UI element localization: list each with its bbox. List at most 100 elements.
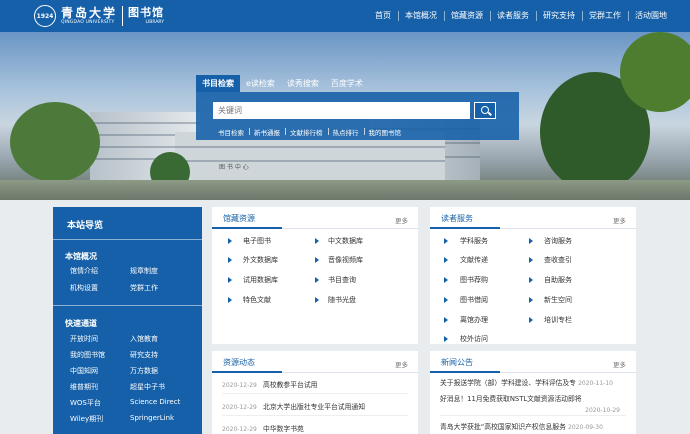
collection-title[interactable]: 馆藏资源 [223, 213, 255, 224]
sidebar-link-vip[interactable]: 维普期刊 [70, 382, 98, 392]
collection-chinese-db[interactable]: 中文数据库 [328, 236, 363, 246]
resource-news-item[interactable]: 2020-12-29 北京大学出版社专业平台试用通知 [222, 401, 410, 414]
search-tabs: 书目检索 e读检索 读秀搜索 百度学术 [196, 75, 369, 92]
collection-catalog-query[interactable]: 书目查询 [328, 275, 356, 285]
library-name-en: LIBRARY [145, 20, 165, 25]
arrow-icon [315, 277, 319, 283]
announcement-date: 2020-11-10 [578, 380, 613, 387]
arrow-icon [228, 297, 232, 303]
quick-link-hot[interactable]: 热点排行 [327, 127, 364, 137]
library-name: 图书馆 [128, 6, 165, 19]
service-freshman-space[interactable]: 新生空间 [544, 295, 572, 305]
news-date: 2020-12-29 [222, 426, 257, 433]
quick-link-catalog[interactable]: 书目检索 [213, 127, 249, 137]
nav-party-work[interactable]: 党群工作 [582, 0, 628, 32]
sidebar-link-hours[interactable]: 开放时间 [70, 334, 98, 344]
quick-link-rankings[interactable]: 文献排行榜 [285, 127, 328, 137]
collection-foreign-db[interactable]: 外文数据库 [243, 255, 278, 265]
resource-news-title[interactable]: 资源动态 [223, 357, 255, 368]
resource-news-item[interactable]: 2020-12-29 中华数字书苑 [222, 423, 410, 434]
resource-news-item[interactable]: 2020-12-29 高校教参平台试用 [222, 379, 410, 392]
sidebar-link-organization[interactable]: 机构设置 [70, 283, 98, 293]
nav-research-support[interactable]: 研究支持 [536, 0, 582, 32]
service-consult[interactable]: 咨询服务 [544, 236, 572, 246]
sidebar-link-springerlink[interactable]: SpringerLink [130, 414, 174, 422]
collection-trial-db[interactable]: 试用数据库 [243, 275, 278, 285]
news-text: 北京大学出版社专业平台试用通知 [263, 403, 365, 411]
sidebar-link-orientation[interactable]: 入馆教育 [130, 334, 158, 344]
collection-cd[interactable]: 随书光盘 [328, 295, 356, 305]
sidebar-link-wiley[interactable]: Wiley期刊 [70, 414, 103, 424]
service-borrowing[interactable]: 图书借阅 [460, 295, 488, 305]
announcement-date: 2020-09-30 [568, 424, 603, 431]
library-logo[interactable]: 1924 青岛大学 QINGDAO UNIVERSITY 图书馆 LIBRARY [34, 4, 164, 28]
sidebar-divider [53, 239, 202, 240]
sidebar-link-party-work[interactable]: 党群工作 [130, 283, 158, 293]
site-guide-sidebar: 本站导览 本馆概况 馆情介绍 规章制度 机构设置 党群工作 快速通道 开放时间 … [53, 207, 202, 434]
sidebar-link-wos[interactable]: WOS平台 [70, 398, 101, 408]
top-header: 1924 青岛大学 QINGDAO UNIVERSITY 图书馆 LIBRARY… [0, 0, 690, 32]
search-input[interactable] [213, 102, 470, 119]
announcement-text: 青岛大学获批“高校国家知识产权信息服务 [440, 423, 566, 431]
collection-more-link[interactable]: 更多 [395, 215, 408, 225]
collection-panel: 馆藏资源 更多 电子图书 中文数据库 外文数据库 音像视频库 试用数据库 书目查… [212, 207, 418, 344]
tab-catalog-search[interactable]: 书目检索 [196, 75, 240, 92]
ground [0, 180, 690, 200]
arrow-icon [529, 238, 533, 244]
collection-video-db[interactable]: 音像视频库 [328, 255, 363, 265]
building-sign: 图 书 中 心 [219, 164, 249, 171]
collection-special[interactable]: 特色文献 [243, 295, 271, 305]
sidebar-link-rules[interactable]: 规章制度 [130, 266, 158, 276]
service-leaving[interactable]: 离馆办理 [460, 315, 488, 325]
reader-services-title[interactable]: 读者服务 [441, 213, 473, 224]
service-citation[interactable]: 查收查引 [544, 255, 572, 265]
service-self-service[interactable]: 自助服务 [544, 275, 572, 285]
arrow-icon [228, 277, 232, 283]
announcement-item[interactable]: 青岛大学获批“高校国家知识产权信息服务 2020-09-30 [440, 421, 628, 431]
sidebar-link-sciencedirect[interactable]: Science Direct [130, 398, 180, 406]
service-book-recommend[interactable]: 图书荐购 [460, 275, 488, 285]
tab-e-read-search[interactable]: e读检索 [240, 75, 281, 92]
university-name: 青岛大学 [61, 6, 118, 20]
announcement-text: 关于报送学院（部）学科建设、学科评估及专 [440, 379, 576, 387]
reader-services-more-link[interactable]: 更多 [613, 215, 626, 225]
sidebar-section-quick-access: 快速通道 [65, 319, 97, 328]
arrow-icon [228, 257, 232, 263]
main-nav: 首页 本馆概况 馆藏资源 读者服务 研究支持 党群工作 活动園地 [368, 0, 674, 32]
reader-services-panel: 读者服务 更多 学科服务 咨询服务 文献传递 查收查引 图书荐购 自助服务 图书… [430, 207, 636, 344]
nav-reader-services[interactable]: 读者服务 [490, 0, 536, 32]
tree-top-right [620, 32, 690, 112]
service-subject[interactable]: 学科服务 [460, 236, 488, 246]
nav-collections[interactable]: 馆藏资源 [444, 0, 490, 32]
nav-home[interactable]: 首页 [368, 0, 398, 32]
sidebar-link-wanfang[interactable]: 万方数据 [130, 366, 158, 376]
tab-duxiu-search[interactable]: 读秀搜索 [281, 75, 325, 92]
nav-about[interactable]: 本馆概况 [398, 0, 444, 32]
tab-baidu-scholar[interactable]: 百度学术 [325, 75, 369, 92]
announcement-item[interactable]: 好消息！11月免费获取NSTL文献资源活动即将 [440, 393, 628, 403]
arrow-icon [529, 257, 533, 263]
sidebar-link-intro[interactable]: 馆情介绍 [70, 266, 98, 276]
quick-link-my-library[interactable]: 我的图书馆 [363, 127, 407, 137]
university-name-en: QINGDAO UNIVERSITY [61, 20, 115, 25]
service-document-delivery[interactable]: 文献传递 [460, 255, 488, 265]
service-remote-access[interactable]: 校外访问 [460, 334, 488, 344]
news-text: 高校教参平台试用 [263, 381, 318, 389]
sidebar-divider [53, 305, 202, 306]
sidebar-link-research[interactable]: 研究支持 [130, 350, 158, 360]
search-button[interactable] [474, 102, 496, 119]
service-training[interactable]: 培训专栏 [544, 315, 572, 325]
collection-ebooks[interactable]: 电子图书 [243, 236, 271, 246]
resource-news-more-link[interactable]: 更多 [395, 359, 408, 369]
nav-activities[interactable]: 活动園地 [628, 0, 674, 32]
announcement-text: 好消息！11月免费获取NSTL文献资源活动即将 [440, 395, 582, 403]
sidebar-link-my-library[interactable]: 我的图书馆 [70, 350, 105, 360]
arrow-icon [529, 317, 533, 323]
announcements-more-link[interactable]: 更多 [613, 359, 626, 369]
quick-link-new-books[interactable]: 新书通报 [249, 127, 285, 137]
sidebar-link-superstar[interactable]: 超星中子书 [130, 382, 165, 392]
announcements-title[interactable]: 新闻公告 [441, 357, 473, 368]
announcement-date: 2020-10-29 [585, 407, 620, 414]
sidebar-link-cnki[interactable]: 中国知网 [70, 366, 98, 376]
announcement-item[interactable]: 关于报送学院（部）学科建设、学科评估及专 2020-11-10 [440, 377, 628, 387]
